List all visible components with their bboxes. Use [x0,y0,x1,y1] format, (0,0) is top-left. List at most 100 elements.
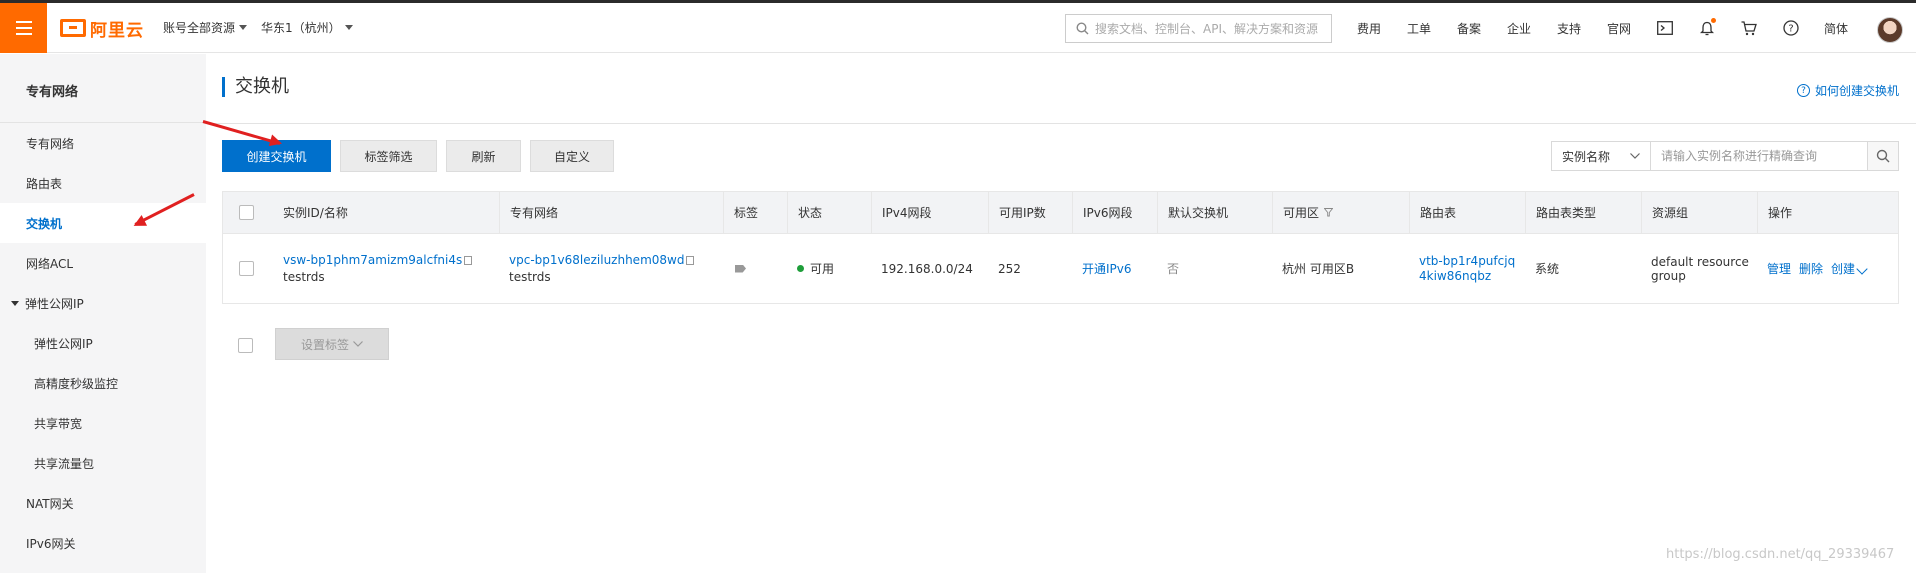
filter-icon[interactable] [1324,208,1334,217]
sidebar-item-route-tables[interactable]: 路由表 [0,163,206,203]
sidebar-item-label: NAT网关 [26,496,74,511]
chevron-down-icon [344,25,353,30]
terminal-icon[interactable] [1656,19,1674,37]
nav-link-support[interactable]: 支持 [1557,20,1581,37]
divider [206,123,1916,124]
account-dropdown-label: 账号全部资源 [163,21,236,35]
language-switch[interactable]: 简体 [1824,20,1848,37]
vswitch-name: testrds [283,270,325,284]
manage-button[interactable]: 管理 [1767,262,1791,276]
delete-button[interactable]: 删除 [1799,262,1823,276]
chevron-down-icon [1630,153,1640,159]
menu-icon-line [15,21,32,23]
cart-icon[interactable] [1740,19,1758,37]
row-checkbox[interactable] [239,261,254,276]
help-icon[interactable]: ? [1782,19,1800,37]
filter-field-select[interactable]: 实例名称 [1551,141,1651,171]
sidebar-item-vpc[interactable]: 专有网络 [0,123,206,163]
sidebar-item-eip[interactable]: 弹性公网IP [0,323,206,363]
bottom-select-all-cell [238,338,253,353]
col-header-vpc[interactable]: 专有网络 [499,192,721,233]
sidebar-item-vswitches[interactable]: 交换机 [0,203,206,243]
col-header-zone[interactable]: 可用区 [1272,192,1409,233]
vpc-id-link[interactable]: vpc-bp1v68leziluzhhem08wd [509,253,684,267]
sidebar-group-eip[interactable]: 弹性公网IP [0,283,206,323]
cell-route-table-type: 系统 [1535,261,1560,276]
help-create-vswitch-link[interactable]: ? 如何创建交换机 [1797,82,1899,99]
col-header-instance[interactable]: 实例ID/名称 [273,192,480,233]
sidebar-title: 专有网络 [26,85,79,100]
col-header-resource-group[interactable]: 资源组 [1641,192,1757,233]
sidebar-item-label: 网络ACL [26,256,74,271]
sidebar-item-label: 弹性公网IP [34,336,93,351]
nav-link-website[interactable]: 官网 [1607,20,1631,37]
sidebar-item-label: IPv6网关 [26,536,76,551]
sidebar-item-label: 专有网络 [26,136,75,151]
route-table-id-link[interactable]: vtb-bp1r4pufcjq4kiw86nqbz [1419,254,1519,284]
cell-available-ips: 252 [998,261,1021,276]
vswitch-id-link[interactable]: vsw-bp1phm7amizm9alcfni4s [283,253,462,267]
col-header-ipv4[interactable]: IPv4网段 [871,192,988,233]
sidebar-item-network-acl[interactable]: 网络ACL [0,243,206,283]
col-header-default-switch[interactable]: 默认交换机 [1157,192,1272,233]
vpc-name: testrds [509,270,551,284]
avatar[interactable] [1877,17,1903,43]
chevron-down-icon [353,341,363,347]
nav-link-enterprise[interactable]: 企业 [1507,20,1531,37]
page-title: 交换机 [222,77,289,97]
nav-link-icp[interactable]: 备案 [1457,20,1481,37]
enable-ipv6-link-label[interactable]: 开通IPv6 [1082,262,1132,276]
col-header-route-table-type[interactable]: 路由表类型 [1525,192,1641,233]
sidebar-item-high-precision-monitor[interactable]: 高精度秒级监控 [0,363,206,403]
filter-search-button[interactable] [1867,141,1899,171]
sidebar-item-ipv6-gateway[interactable]: IPv6网关 [0,523,206,563]
tag-icon[interactable] [735,264,746,273]
chevron-down-icon [1856,262,1868,275]
hamburger-menu-button[interactable] [0,3,47,53]
copy-icon[interactable] [686,256,695,265]
sidebar-item-label: 高精度秒级监控 [34,376,119,391]
nav-link-tickets[interactable]: 工单 [1407,20,1431,37]
copy-icon[interactable] [464,256,473,265]
col-header-route-table[interactable]: 路由表 [1409,192,1525,233]
cell-vpc: vpc-bp1v68leziluzhhem08wd testrds [499,234,723,303]
watermark: https://blog.csdn.net/qq_29339467 [1666,547,1895,562]
resource-group-label: default resource group [1651,254,1749,283]
aliyun-logo[interactable]: 阿里云 [60,16,144,41]
help-link-label: 如何创建交换机 [1815,84,1900,98]
col-header-status[interactable]: 状态 [787,192,871,233]
refresh-button[interactable]: 刷新 [446,140,521,172]
cell-tags [723,234,787,303]
select-all-cell [223,192,273,233]
vswitch-table: 实例ID/名称 专有网络 标签 状态 IPv4网段 可用IP数 IPv6网段 默… [222,191,1899,304]
sidebar-item-label: 共享带宽 [34,416,83,431]
instance-name-search-input[interactable] [1650,141,1868,171]
cell-zone: 杭州 可用区B [1282,261,1355,276]
menu-icon-line [15,33,32,35]
customize-columns-button[interactable]: 自定义 [530,140,614,172]
nav-link-billing[interactable]: 费用 [1357,20,1381,37]
col-header-available-ips[interactable]: 可用IP数 [988,192,1072,233]
sidebar-item-label: 共享流量包 [34,456,95,471]
bottom-select-all-checkbox[interactable] [238,338,253,353]
create-dropdown-button[interactable]: 创建 [1831,262,1868,276]
sidebar-item-shared-traffic-package[interactable]: 共享流量包 [0,443,206,483]
logo-text: 阿里云 [90,20,144,41]
sidebar-item-shared-bandwidth[interactable]: 共享带宽 [0,403,206,443]
tag-filter-button[interactable]: 标签筛选 [340,140,437,172]
search-icon [1876,149,1890,163]
select-all-checkbox[interactable] [239,205,254,220]
sidebar-item-nat-gateway[interactable]: NAT网关 [0,483,206,523]
global-search-input[interactable]: 搜索文档、控制台、API、解决方案和资源 [1065,14,1332,43]
table-header-row: 实例ID/名称 专有网络 标签 状态 IPv4网段 可用IP数 IPv6网段 默… [222,191,1899,234]
search-icon [1076,22,1089,35]
cell-ipv4: 192.168.0.0/24 [881,261,973,276]
bell-icon[interactable] [1698,18,1716,37]
col-header-ipv6[interactable]: IPv6网段 [1072,192,1157,233]
cell-route-table: vtb-bp1r4pufcjq4kiw86nqbz [1409,234,1525,303]
top-navigation-bar: 阿里云 账号全部资源 华东1（杭州） 搜索文档、控制台、API、解决方案和资源 … [0,3,1916,53]
region-dropdown[interactable]: 华东1（杭州） [261,19,353,36]
col-header-tags[interactable]: 标签 [723,192,787,233]
account-resources-dropdown[interactable]: 账号全部资源 [163,19,248,36]
sidebar-item-label: 路由表 [26,176,63,191]
